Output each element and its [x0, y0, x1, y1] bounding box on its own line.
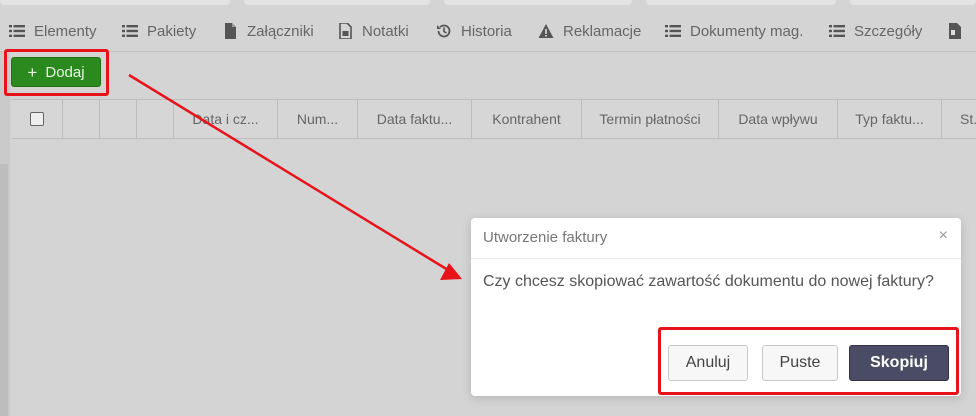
tab-bar: Elementy Pakiety Załączniki Notatki Hist… [0, 10, 976, 52]
tab-zalaczniki[interactable]: Załączniki [222, 20, 314, 42]
dialog-title: Utworzenie faktury [483, 229, 608, 246]
column-header-kontrahent[interactable]: Kontrahent [472, 100, 582, 138]
note-icon [337, 23, 353, 39]
highlight-box-buttons [658, 327, 959, 395]
left-sidebar-strip [0, 52, 10, 416]
warning-icon [538, 23, 554, 39]
top-card [444, 0, 632, 5]
column-header-label: Typ faktu... [855, 111, 924, 127]
list-icon [665, 23, 681, 39]
tab-label: Notatki [362, 22, 409, 40]
top-card [0, 0, 230, 5]
dialog-message: Czy chcesz skopiować zawartość dokumentu… [483, 273, 934, 290]
column-header-label: Kontrahent [492, 111, 561, 127]
list-icon [9, 23, 25, 39]
column-header-numer[interactable]: Num... [278, 100, 358, 138]
tab-szczegoly[interactable]: Szczegóły [829, 20, 922, 42]
select-all-cell[interactable] [12, 100, 63, 138]
tab-label: Załączniki [247, 22, 314, 40]
tab-label: Szczegóły [854, 22, 923, 40]
column-header-label: St... [960, 111, 976, 127]
tab-notatki[interactable]: Notatki [337, 20, 409, 42]
table-header-cell [63, 100, 100, 138]
table-header-cell [100, 100, 137, 138]
column-header-label: Data i cz... [192, 111, 259, 127]
file-icon [222, 23, 238, 39]
column-header-typ-faktury[interactable]: Typ faktu... [838, 100, 942, 138]
tab-label: Dokumenty mag. [690, 22, 804, 40]
tab-reklamacje[interactable]: Reklamacje [538, 20, 641, 42]
sidebar-segment [0, 164, 8, 262]
select-all-checkbox[interactable] [30, 112, 44, 126]
tab-label: Reklamacje [563, 22, 642, 40]
tab-more[interactable] [947, 20, 972, 42]
column-header-label: Data faktu... [376, 111, 453, 127]
tab-label: Elementy [34, 22, 97, 40]
table-header-cell [137, 100, 174, 138]
column-header-termin-platnosci[interactable]: Termin płatności [582, 100, 719, 138]
top-card [850, 0, 976, 5]
tab-dokumenty-mag[interactable]: Dokumenty mag. [665, 20, 803, 42]
top-cards-strip [0, 0, 976, 6]
column-header-label: Data wpływu [738, 111, 818, 127]
top-card [646, 0, 836, 5]
table-header: Data i cz... Num... Data faktu... Kontra… [12, 99, 976, 139]
tab-elementy[interactable]: Elementy [9, 20, 97, 42]
column-header-label: Termin płatności [599, 111, 701, 127]
column-header-data[interactable]: Data i cz... [174, 100, 278, 138]
highlight-box-add [4, 49, 109, 96]
sidebar-segment [0, 254, 8, 416]
column-header-data-faktury[interactable]: Data faktu... [358, 100, 472, 138]
tab-label: Historia [461, 22, 512, 40]
tab-historia[interactable]: Historia [436, 20, 512, 42]
close-icon[interactable]: × [939, 227, 948, 245]
top-card [244, 0, 430, 5]
dialog-divider [471, 258, 961, 259]
list-icon [829, 23, 845, 39]
tab-label: Pakiety [147, 22, 197, 40]
document-icon [947, 23, 963, 39]
column-header-label: Num... [296, 111, 339, 127]
history-icon [436, 23, 452, 39]
column-header-status[interactable]: St... [942, 100, 976, 138]
list-icon [122, 23, 138, 39]
column-header-data-wplywu[interactable]: Data wpływu [719, 100, 838, 138]
tab-pakiety[interactable]: Pakiety [122, 20, 196, 42]
